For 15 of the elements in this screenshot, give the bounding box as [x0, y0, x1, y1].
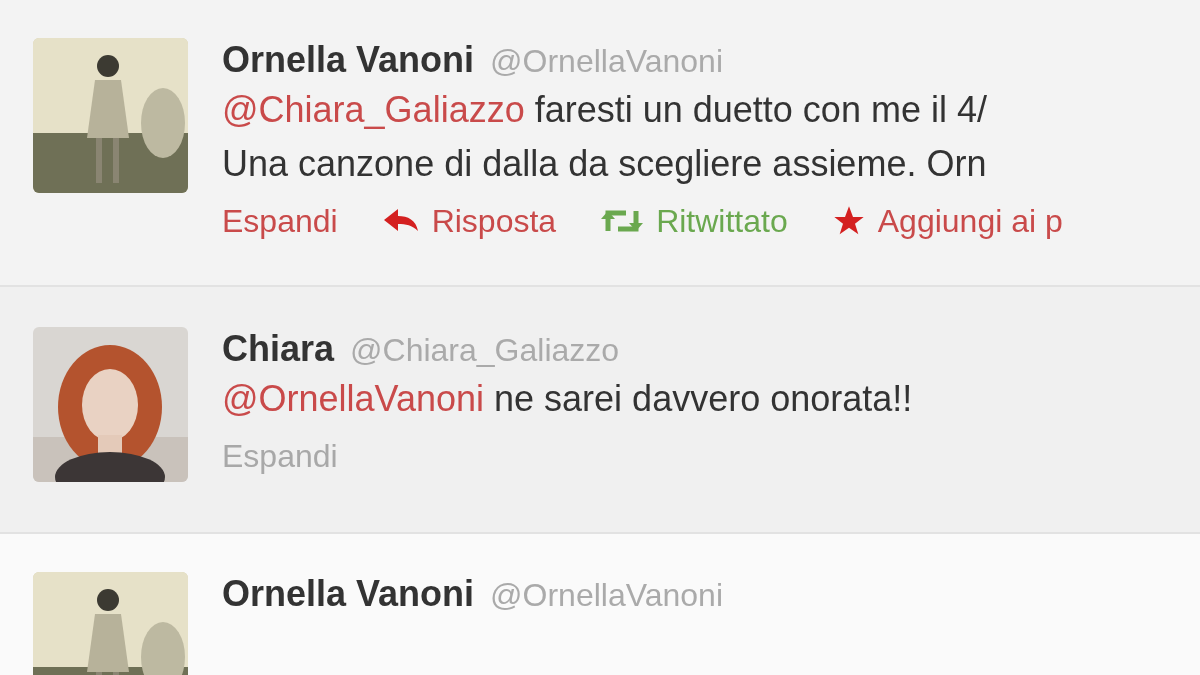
mention-link[interactable]: @OrnellaVanoni [222, 378, 485, 419]
expand-action[interactable]: Espandi [222, 201, 338, 241]
tweet-text: Una canzone di dalla da scegliere assieme. Orn [222, 143, 987, 184]
user-handle[interactable]: @OrnellaVanoni [490, 573, 723, 617]
user-name[interactable]: Chiara [222, 327, 335, 371]
reply-action[interactable]: Risposta [381, 201, 557, 241]
mention-link[interactable]: @Chiara_Galiazzo [222, 89, 525, 130]
tweet-text: faresti un duetto con me il 4/ [533, 89, 987, 130]
expand-action[interactable]: Espandi [222, 436, 338, 476]
user-name[interactable]: Ornella Vanoni [222, 38, 475, 82]
retweet-action[interactable]: Ritwittato [600, 201, 788, 241]
favorite-action[interactable]: Aggiungi ai p [831, 201, 1063, 241]
user-name[interactable]: Ornella Vanoni [222, 572, 475, 616]
user-handle[interactable]: @OrnellaVanoni [490, 39, 723, 83]
tweet-text: ne sarei davvero onorata!! [493, 378, 913, 419]
